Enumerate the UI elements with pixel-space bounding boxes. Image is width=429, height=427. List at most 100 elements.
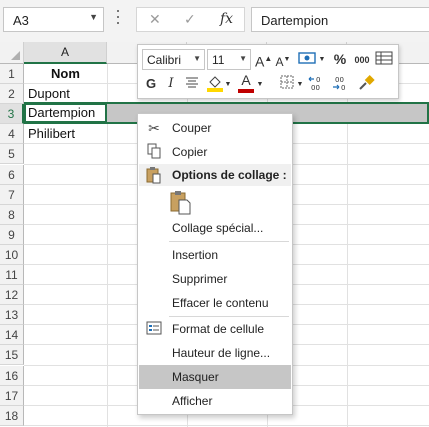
row-header-1[interactable]: 1 <box>0 64 24 84</box>
grow-font-icon: A <box>255 53 265 70</box>
menu-item-label: Afficher <box>172 394 213 408</box>
decrease-decimal-button[interactable]: 00 0 <box>332 74 352 97</box>
row-header-5[interactable]: 5 <box>0 144 24 165</box>
currency-icon <box>298 52 316 64</box>
cell-a4[interactable]: Philibert <box>28 124 75 144</box>
name-box[interactable]: A3 ▼ <box>3 7 104 32</box>
formula-buttons: ✕ ✓ fx <box>136 7 245 32</box>
row-header-15[interactable]: 15 <box>0 345 24 366</box>
menu-item-insert[interactable]: Insertion <box>139 243 291 267</box>
enter-icon[interactable]: ✓ <box>184 11 196 28</box>
menu-item-row-height[interactable]: Hauteur de ligne... <box>139 341 291 365</box>
copy-icon <box>145 143 163 161</box>
row-header-2[interactable]: 2 <box>0 84 24 105</box>
shrink-font-button[interactable]: A▼ <box>275 51 291 71</box>
cancel-icon[interactable]: ✕ <box>149 11 161 28</box>
row-header-16[interactable]: 16 <box>0 365 24 386</box>
cell-a3[interactable]: Dartempion <box>28 103 95 123</box>
font-color-icon: A <box>241 72 251 88</box>
row-header-8[interactable]: 8 <box>0 204 24 225</box>
menu-item-label: Couper <box>172 121 212 135</box>
shrink-font-icon: A <box>275 55 284 69</box>
italic-button[interactable]: I <box>164 75 178 93</box>
row-header-4[interactable]: 4 <box>0 124 24 145</box>
menu-item-clear-contents[interactable]: Effacer le contenu <box>139 291 291 315</box>
font-size-select[interactable]: 11 ▼ <box>207 49 251 70</box>
thousands-separator-button[interactable]: 000 <box>352 51 372 69</box>
fill-color-swatch <box>207 88 223 92</box>
menu-item-label: Collage spécial... <box>172 221 264 235</box>
align-center-icon <box>186 77 198 88</box>
increase-decimal-button[interactable]: 0 00 <box>308 74 328 94</box>
font-name-select[interactable]: Calibri ▼ <box>142 49 205 70</box>
decrease-decimal-icon: 000 <box>333 76 345 92</box>
svg-text:00: 00 <box>335 76 344 84</box>
format-painter-button[interactable] <box>356 74 376 97</box>
row-header-13[interactable]: 13 <box>0 305 24 326</box>
menu-item-label: Insertion <box>172 248 219 262</box>
paintbrush-icon <box>359 75 375 90</box>
mini-toolbar: Calibri ▼ 11 ▼ A▲ A▼ ▼ % 000 G I ▼ A ▼ ▼… <box>137 44 399 99</box>
font-color-button[interactable]: A <box>238 72 254 93</box>
menu-item-label: Supprimer <box>172 272 228 286</box>
formula-input[interactable]: Dartempion <box>251 7 429 32</box>
svg-text:00: 00 <box>311 84 320 92</box>
svg-text:0: 0 <box>341 84 345 92</box>
chevron-down-icon: ▼ <box>193 54 201 63</box>
row-header-17[interactable]: 17 <box>0 385 24 406</box>
font-size-value: 11 <box>212 53 225 67</box>
row-header-3[interactable]: 3 <box>0 104 24 125</box>
menu-item-delete[interactable]: Supprimer <box>139 267 291 291</box>
grow-font-button[interactable]: A▲ <box>255 50 272 71</box>
cell-a1[interactable]: Nom <box>24 64 107 84</box>
format-table-button[interactable] <box>374 50 394 71</box>
percent-button[interactable]: % <box>332 50 348 68</box>
menu-item-label: Hauteur de ligne... <box>172 346 271 360</box>
paste-option-button[interactable] <box>169 190 193 216</box>
menu-item-format-cells[interactable]: Format de cellule <box>139 317 291 341</box>
menu-item-label: Masquer <box>172 370 219 384</box>
chevron-down-icon: ▼ <box>239 54 247 63</box>
row-header-11[interactable]: 11 <box>0 265 24 285</box>
name-box-value: A3 <box>13 13 29 28</box>
menu-item-label: Options de collage : <box>172 168 287 182</box>
row-header-9[interactable]: 9 <box>0 224 24 245</box>
select-all-button[interactable] <box>0 42 24 64</box>
svg-text:0: 0 <box>316 76 320 84</box>
formula-input-value: Dartempion <box>261 13 329 28</box>
scissors-icon: ✂ <box>148 120 160 136</box>
chevron-down-icon[interactable]: ▼ <box>296 76 304 94</box>
insert-function-button[interactable]: fx <box>220 11 233 27</box>
row-header-7[interactable]: 7 <box>0 184 24 205</box>
menu-item-unhide[interactable]: Afficher <box>139 389 291 413</box>
drag-handle-icon[interactable] <box>116 10 120 28</box>
menu-item-cut[interactable]: ✂ Couper <box>139 116 291 140</box>
chevron-down-icon[interactable]: ▼ <box>318 51 326 69</box>
increase-decimal-icon: 000 <box>308 76 320 92</box>
column-header-a[interactable]: A <box>24 42 107 64</box>
accounting-format-button[interactable] <box>297 50 317 71</box>
chevron-down-icon[interactable]: ▼ <box>89 12 98 22</box>
menu-item-paste-special[interactable]: Collage spécial... <box>139 216 291 240</box>
table-format-icon <box>375 51 393 65</box>
bold-button[interactable]: G <box>144 75 158 93</box>
clipboard-icon <box>170 191 191 215</box>
font-color-swatch <box>238 89 254 93</box>
paste-options-header: Options de collage : <box>139 164 291 186</box>
menu-item-label: Effacer le contenu <box>172 296 269 310</box>
chevron-down-icon[interactable]: ▼ <box>224 76 232 94</box>
menu-item-hide[interactable]: Masquer <box>139 365 291 389</box>
menu-item-label: Format de cellule <box>172 322 265 336</box>
row-header-14[interactable]: 14 <box>0 325 24 346</box>
row-header-18[interactable]: 18 <box>0 405 24 426</box>
borders-icon <box>280 75 294 89</box>
row-header-10[interactable]: 10 <box>0 244 24 265</box>
menu-item-copy[interactable]: Copier <box>139 140 291 164</box>
align-center-button[interactable] <box>184 75 200 94</box>
row-header-6[interactable]: 6 <box>0 164 24 185</box>
row-header-12[interactable]: 12 <box>0 285 24 306</box>
chevron-down-icon[interactable]: ▼ <box>256 76 264 94</box>
fill-color-button[interactable] <box>206 74 224 97</box>
cell-a2[interactable]: Dupont <box>28 84 70 104</box>
borders-button[interactable] <box>279 75 295 94</box>
